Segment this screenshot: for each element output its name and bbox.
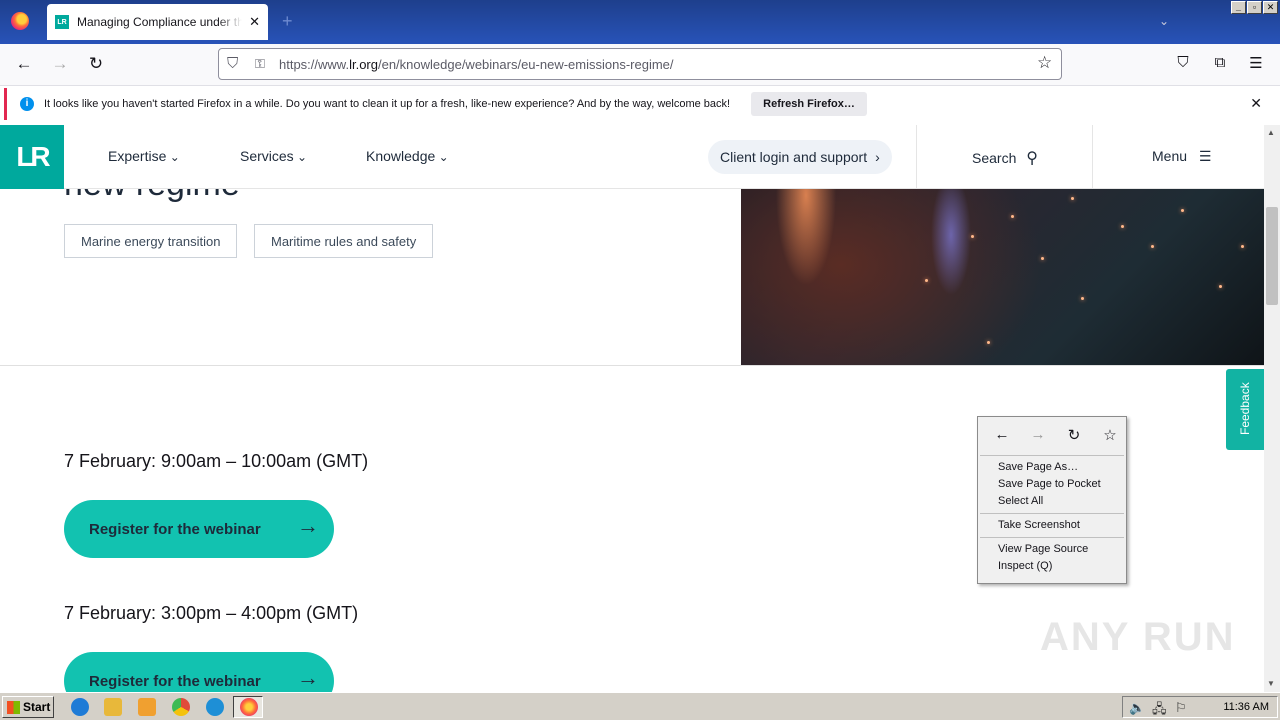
scroll-down-icon[interactable]: ▼ [1267, 679, 1275, 688]
window-controls: _ ▫ ✕ [1231, 1, 1278, 14]
chevron-right-icon: › [875, 149, 880, 165]
internet-explorer-icon[interactable] [71, 698, 89, 716]
restore-button[interactable]: ▫ [1247, 1, 1262, 14]
media-player-icon[interactable] [138, 698, 156, 716]
new-tab-icon[interactable]: + [282, 11, 293, 32]
tab-list-chevron-icon[interactable]: ⌄ [1159, 14, 1169, 28]
search-button[interactable]: Search ⚲ [972, 148, 1038, 168]
menu-button[interactable]: Menu ☰ [1152, 148, 1211, 165]
chrome-icon[interactable] [172, 698, 190, 716]
menu-separator [980, 455, 1124, 456]
url-text[interactable]: https://www.lr.org/en/knowledge/webinars… [279, 57, 674, 72]
anyrun-watermark: ANY RUN [1040, 615, 1236, 659]
client-login-button[interactable]: Client login and support › [708, 140, 892, 174]
search-label: Search [972, 150, 1017, 166]
pocket-icon[interactable]: ⛉ [1172, 54, 1194, 71]
ctx-select-all[interactable]: Select All [978, 493, 1126, 510]
minimize-button[interactable]: _ [1231, 1, 1246, 14]
tracking-shield-icon[interactable]: ⛉ [227, 55, 238, 72]
tab-title: Managing Compliance under the EU [77, 15, 242, 29]
clock: 11:36 AM [1223, 701, 1269, 713]
menu-separator [980, 513, 1124, 514]
tag-maritime-rules-safety[interactable]: Maritime rules and safety [254, 224, 434, 258]
system-tray: 🔈 🖧 ⚐ 11:36 AM [1122, 696, 1278, 718]
header-divider [916, 125, 917, 189]
ctx-view-source[interactable]: View Page Source [978, 541, 1126, 558]
extensions-icon[interactable]: ⧉ [1209, 54, 1231, 71]
url-bar[interactable]: ⛉ ⚿ https://www.lr.org/en/knowledge/webi… [218, 48, 1062, 80]
arrow-right-icon: → [297, 513, 319, 538]
network-icon[interactable]: 🖧 [1152, 700, 1167, 722]
page-scrollbar[interactable]: ▲ ▼ [1264, 125, 1280, 692]
register-label: Register for the webinar [89, 520, 261, 538]
tab-close-icon[interactable]: ✕ [249, 14, 260, 30]
browser-tab-bar: LR Managing Compliance under the EU ✕ + … [0, 0, 1280, 44]
nav-knowledge[interactable]: Knowledge [366, 148, 449, 164]
scroll-up-icon[interactable]: ▲ [1267, 128, 1275, 137]
session-time-2: 7 February: 3:00pm – 4:00pm (GMT) [64, 603, 359, 623]
app-menu-icon[interactable]: ☰ [1245, 54, 1267, 72]
firefox-menu-icon[interactable] [11, 12, 29, 30]
reload-icon[interactable]: ↻ [85, 54, 107, 74]
register-webinar-button-2[interactable]: Register for the webinar → [64, 652, 334, 692]
feedback-label: Feedback [1238, 382, 1252, 435]
scroll-thumb[interactable] [1266, 207, 1278, 305]
site-header: LR Expertise Services Knowledge Client l… [0, 125, 1264, 189]
nav-services[interactable]: Services [240, 148, 307, 164]
notification-text: It looks like you haven't started Firefo… [44, 98, 731, 110]
edge-icon[interactable] [206, 698, 224, 716]
start-label: Start [23, 700, 51, 714]
menu-label: Menu [1152, 148, 1188, 164]
ctx-take-screenshot[interactable]: Take Screenshot [978, 517, 1126, 534]
client-login-label: Client login and support [720, 149, 868, 165]
ctx-save-to-pocket[interactable]: Save Page to Pocket [978, 476, 1126, 493]
ctx-bookmark-icon[interactable]: ☆ [1094, 426, 1126, 444]
forward-icon[interactable]: → [49, 54, 71, 74]
browser-tab-active[interactable]: LR Managing Compliance under the EU ✕ [47, 4, 268, 40]
section-divider [0, 365, 1264, 366]
windows-taskbar: Start 🔈 🖧 ⚐ 11:36 AM [0, 692, 1280, 720]
notification-close-icon[interactable]: ✕ [1250, 95, 1262, 112]
web-page: LR Expertise Services Knowledge Client l… [0, 125, 1264, 692]
feedback-tab[interactable]: Feedback [1226, 369, 1264, 450]
header-divider [1092, 125, 1093, 189]
tag-marine-energy-transition[interactable]: Marine energy transition [64, 224, 238, 258]
navigation-toolbar: ← → ↻ ⛉ ⚿ https://www.lr.org/en/knowledg… [0, 44, 1280, 86]
lock-icon[interactable]: ⚿ [255, 56, 265, 72]
lr-favicon-icon: LR [55, 15, 69, 29]
menu-separator [980, 537, 1124, 538]
context-nav-row: ← → ↻ ☆ [978, 417, 1126, 452]
arrow-right-icon: → [297, 665, 319, 690]
start-button[interactable]: Start [2, 696, 54, 718]
firefox-icon[interactable] [240, 698, 258, 716]
ctx-inspect[interactable]: Inspect (Q) [978, 558, 1126, 575]
register-label: Register for the webinar [89, 672, 261, 690]
lr-logo[interactable]: LR [0, 125, 64, 189]
refresh-firefox-button[interactable]: Refresh Firefox… [751, 92, 867, 116]
search-icon: ⚲ [1026, 150, 1038, 167]
ctx-back-icon[interactable]: ← [986, 426, 1018, 443]
nav-expertise[interactable]: Expertise [108, 148, 180, 164]
volume-icon[interactable]: 🔈 [1129, 700, 1145, 716]
hamburger-icon: ☰ [1198, 148, 1212, 164]
bookmark-star-icon[interactable]: ☆ [1037, 53, 1052, 73]
file-explorer-icon[interactable] [104, 698, 122, 716]
info-icon: i [20, 97, 34, 111]
ctx-forward-icon[interactable]: → [1022, 426, 1054, 443]
close-window-button[interactable]: ✕ [1263, 1, 1278, 14]
session-time-1: 7 February: 9:00am – 10:00am (GMT) [64, 451, 369, 471]
windows-flag-icon [7, 700, 20, 714]
ctx-save-page-as[interactable]: Save Page As… [978, 459, 1126, 476]
ctx-reload-icon[interactable]: ↻ [1058, 426, 1090, 444]
context-menu: ← → ↻ ☆ Save Page As… Save Page to Pocke… [977, 416, 1127, 584]
register-webinar-button-1[interactable]: Register for the webinar → [64, 500, 334, 558]
refresh-firefox-notification: i It looks like you haven't started Fire… [4, 88, 1276, 120]
action-center-flag-icon[interactable]: ⚐ [1175, 700, 1187, 716]
back-icon[interactable]: ← [13, 54, 35, 74]
